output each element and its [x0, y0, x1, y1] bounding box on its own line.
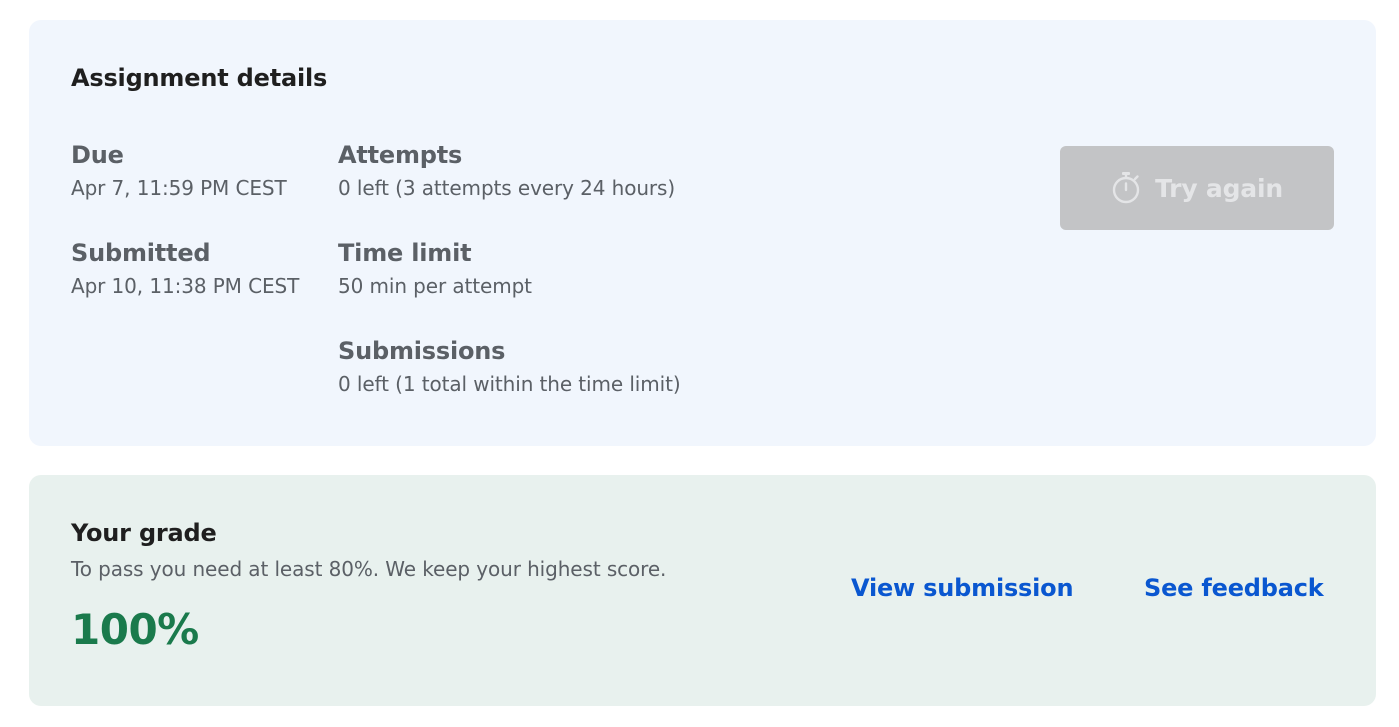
submitted-info: Submitted Apr 10, 11:38 PM CEST — [71, 238, 299, 300]
your-grade-card: Your grade To pass you need at least 80%… — [29, 475, 1376, 706]
see-feedback-link[interactable]: See feedback — [1144, 574, 1324, 602]
submitted-value: Apr 10, 11:38 PM CEST — [71, 274, 300, 298]
try-again-button[interactable]: Try again — [1060, 146, 1334, 230]
attempts-value: 0 left (3 attempts every 24 hours) — [338, 176, 676, 200]
submissions-label: Submissions — [338, 337, 506, 365]
grade-pass-hint: To pass you need at least 80%. We keep y… — [71, 557, 667, 581]
time-limit-info: Time limit 50 min per attempt — [338, 238, 532, 300]
stopwatch-icon — [1112, 172, 1140, 204]
assignment-details-title: Assignment details — [71, 64, 328, 92]
submissions-value: 0 left (1 total within the time limit) — [338, 372, 681, 396]
due-info: Due Apr 7, 11:59 PM CEST — [71, 140, 287, 202]
due-label: Due — [71, 141, 124, 169]
attempts-label: Attempts — [338, 141, 463, 169]
your-grade-title: Your grade — [71, 519, 217, 547]
assignment-details-card: Assignment details Due Apr 7, 11:59 PM C… — [29, 20, 1376, 446]
submitted-label: Submitted — [71, 239, 211, 267]
attempts-info: Attempts 0 left (3 attempts every 24 hou… — [338, 140, 675, 202]
time-limit-value: 50 min per attempt — [338, 274, 532, 298]
view-submission-link[interactable]: View submission — [851, 574, 1074, 602]
try-again-label: Try again — [1155, 173, 1283, 203]
submissions-info: Submissions 0 left (1 total within the t… — [338, 336, 681, 398]
time-limit-label: Time limit — [338, 239, 472, 267]
grade-score: 100% — [71, 605, 199, 654]
due-value: Apr 7, 11:59 PM CEST — [71, 176, 287, 200]
